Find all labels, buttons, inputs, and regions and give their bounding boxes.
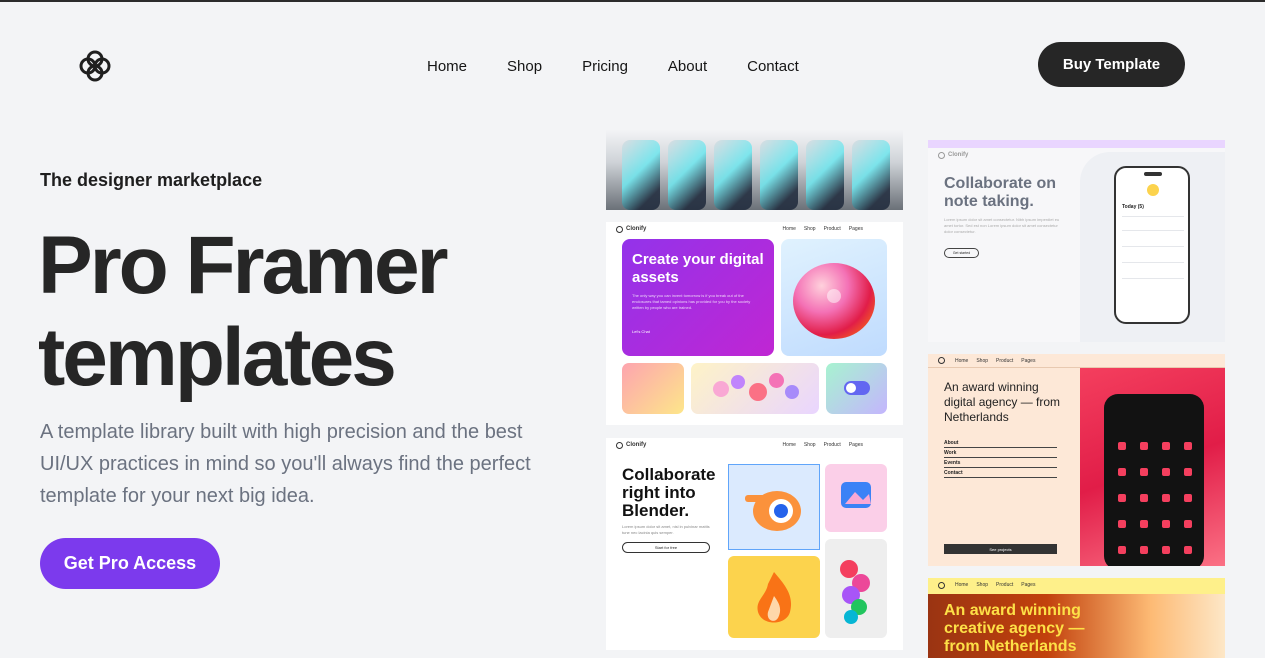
- preview-brand: [938, 357, 945, 364]
- hero-kicker: The designer marketplace: [40, 170, 263, 190]
- preview-nav: Home Shop Product Pages: [928, 354, 1225, 368]
- preview-heading: Collaborate on note taking.: [944, 175, 1057, 210]
- preview-link: Let's Chat: [632, 329, 650, 334]
- menu-item: Events: [944, 458, 1057, 468]
- menu-item: Contact: [944, 468, 1057, 478]
- figma-icon-tile: [825, 539, 887, 638]
- get-pro-access-button[interactable]: Get Pro Access: [40, 538, 220, 589]
- preview-brand: Clonify: [938, 151, 968, 159]
- main-nav: Home Shop Pricing About Contact: [427, 57, 839, 77]
- image-icon-tile: [825, 464, 887, 532]
- hero-title: Pro Framer templates: [38, 220, 558, 404]
- buy-template-button[interactable]: Buy Template: [1038, 42, 1185, 87]
- template-preview-create-assets[interactable]: Clonify Home Shop Product Pages Create your…: [606, 222, 903, 425]
- nav-contact[interactable]: Contact: [747, 57, 799, 77]
- flame-icon-tile: [728, 556, 820, 638]
- template-preview-blender[interactable]: Clonify Home Shop Product Pages Collaborate…: [606, 438, 903, 650]
- brand-icon: [938, 357, 945, 364]
- preview-heading: Collaborate right into Blender.: [622, 465, 716, 520]
- template-preview-award-agency[interactable]: Home Shop Product Pages An award winning di…: [928, 354, 1225, 566]
- preview-menu: About Work Events Contact: [944, 438, 1057, 478]
- brand-icon: [616, 441, 623, 449]
- preview-3d-image: [781, 239, 887, 356]
- preview-tile-bubbles: [691, 363, 819, 414]
- nav-about[interactable]: About: [668, 57, 707, 77]
- preview-heading: An award winning digital agency — from N…: [944, 380, 1061, 424]
- template-preview-glass[interactable]: [606, 130, 903, 210]
- toggle-icon: [844, 381, 870, 395]
- brand-icon: [938, 581, 945, 589]
- glass-pane: [714, 140, 752, 210]
- preview-topbar: [928, 140, 1225, 148]
- red-phone-panel: [1080, 368, 1225, 566]
- nav-home[interactable]: Home: [427, 57, 467, 77]
- hero-title-line1: Pro Framer: [38, 220, 449, 311]
- template-preview-note-taking[interactable]: Clonify Collaborate on note taking. Lore…: [928, 140, 1225, 342]
- hero-title-line2: templates: [38, 312, 397, 403]
- preview-nav: Home Shop Product Pages: [928, 578, 1225, 592]
- template-preview-creative-agency[interactable]: Home Shop Product Pages An award winning cr…: [928, 578, 1225, 658]
- brand-icon: [616, 225, 623, 233]
- dark-phone-image: [1104, 394, 1204, 566]
- glass-pane: [668, 140, 706, 210]
- clover-logo-icon[interactable]: [79, 50, 111, 82]
- blender-logo-image: [728, 464, 820, 550]
- preview-links: Home Shop Product Pages: [782, 226, 863, 232]
- preview-button: See projects: [944, 544, 1057, 554]
- preview-links: Home Shop Product Pages: [955, 582, 1036, 588]
- preview-brand: Clonify: [616, 225, 646, 233]
- preview-nav: Clonify Home Shop Product Pages: [606, 438, 903, 452]
- preview-button: Get started: [944, 248, 979, 258]
- phone-title: Today (5): [1122, 204, 1144, 210]
- glass-pane: [806, 140, 844, 210]
- preview-links: Home Shop Product Pages: [955, 357, 1036, 364]
- preview-heading: An award winning creative agency — from …: [944, 602, 1085, 655]
- glass-pane: [760, 140, 798, 210]
- preview-brand: [938, 581, 945, 589]
- preview-links: Home Shop Product Pages: [782, 442, 863, 448]
- play-icon: [827, 289, 841, 303]
- preview-nav: Clonify Home Shop Product Pages: [606, 222, 903, 236]
- glass-pane: [622, 140, 660, 210]
- glass-pane: [852, 140, 890, 210]
- preview-body: Lorem ipsum dolor sit amet, nisl in pulv…: [622, 524, 710, 535]
- menu-item: About: [944, 438, 1057, 448]
- preview-heading: Create your digital assets: [632, 251, 764, 286]
- preview-body: Lorem ipsum dolor sit amet consectetur. …: [944, 217, 1060, 234]
- preview-hero-card: Create your digital assets The only way …: [622, 239, 774, 356]
- preview-button: Start for free: [622, 542, 710, 553]
- nav-pricing[interactable]: Pricing: [582, 57, 628, 77]
- preview-brand: Clonify: [616, 441, 646, 449]
- hero-description: A template library built with high preci…: [40, 421, 531, 507]
- phone-mockup-image: Today (5): [1114, 166, 1190, 324]
- preview-tile-avatars: [622, 363, 684, 414]
- brand-icon: [938, 151, 945, 159]
- menu-item: Work: [944, 448, 1057, 458]
- nav-shop[interactable]: Shop: [507, 57, 542, 77]
- preview-body: The only way you can invent tomorrow is …: [632, 293, 751, 310]
